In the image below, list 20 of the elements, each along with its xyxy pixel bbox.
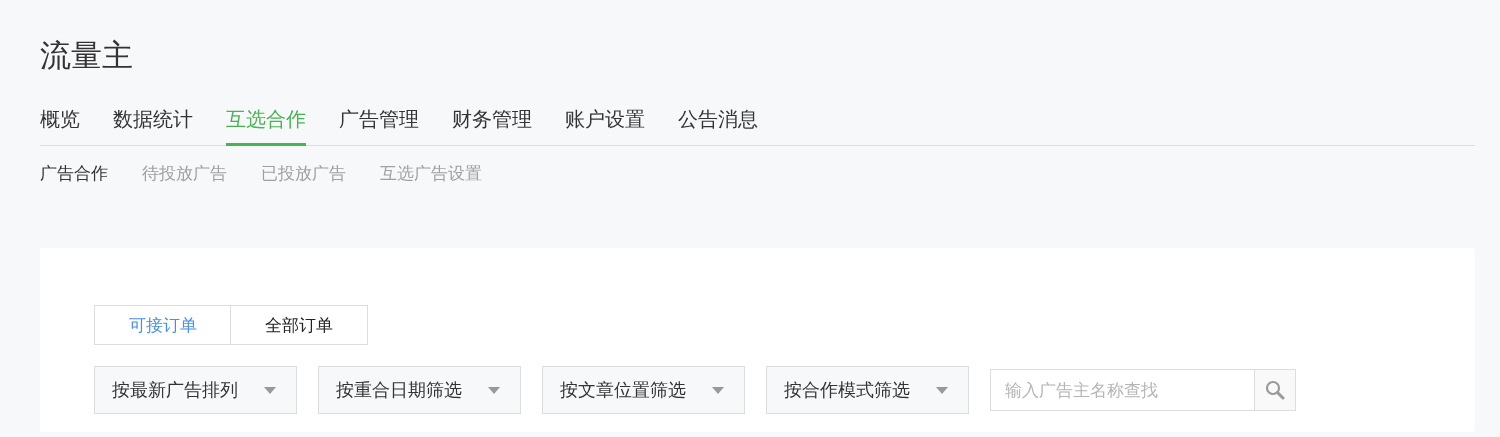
nav-tab[interactable]: 公告消息 (678, 106, 758, 146)
caret-icon (488, 386, 500, 394)
order-tab[interactable]: 全部订单 (231, 305, 368, 345)
nav-tab[interactable]: 概览 (40, 106, 80, 146)
caret-icon (264, 386, 276, 394)
caret-icon (712, 386, 724, 394)
search-button[interactable] (1254, 369, 1296, 411)
filter-dropdown[interactable]: 按重合日期筛选 (318, 366, 521, 414)
search-field[interactable]: 输入广告主名称查找 (990, 369, 1254, 411)
nav-tab[interactable]: 广告管理 (339, 106, 419, 146)
nav-tab[interactable]: 数据统计 (113, 106, 193, 146)
caret-icon (936, 386, 948, 394)
nav-tab[interactable]: 财务管理 (452, 106, 532, 146)
page-title: 流量主 (40, 36, 134, 75)
sub-tab[interactable]: 广告合作 (40, 160, 108, 186)
search-icon[interactable] (1265, 380, 1285, 400)
filter-dropdown[interactable]: 按合作模式筛选 (766, 366, 969, 414)
filter-dropdown[interactable]: 按最新广告排列 (94, 366, 297, 414)
nav-tab[interactable]: 账户设置 (565, 106, 645, 146)
filter-dropdown[interactable]: 按文章位置筛选 (542, 366, 745, 414)
